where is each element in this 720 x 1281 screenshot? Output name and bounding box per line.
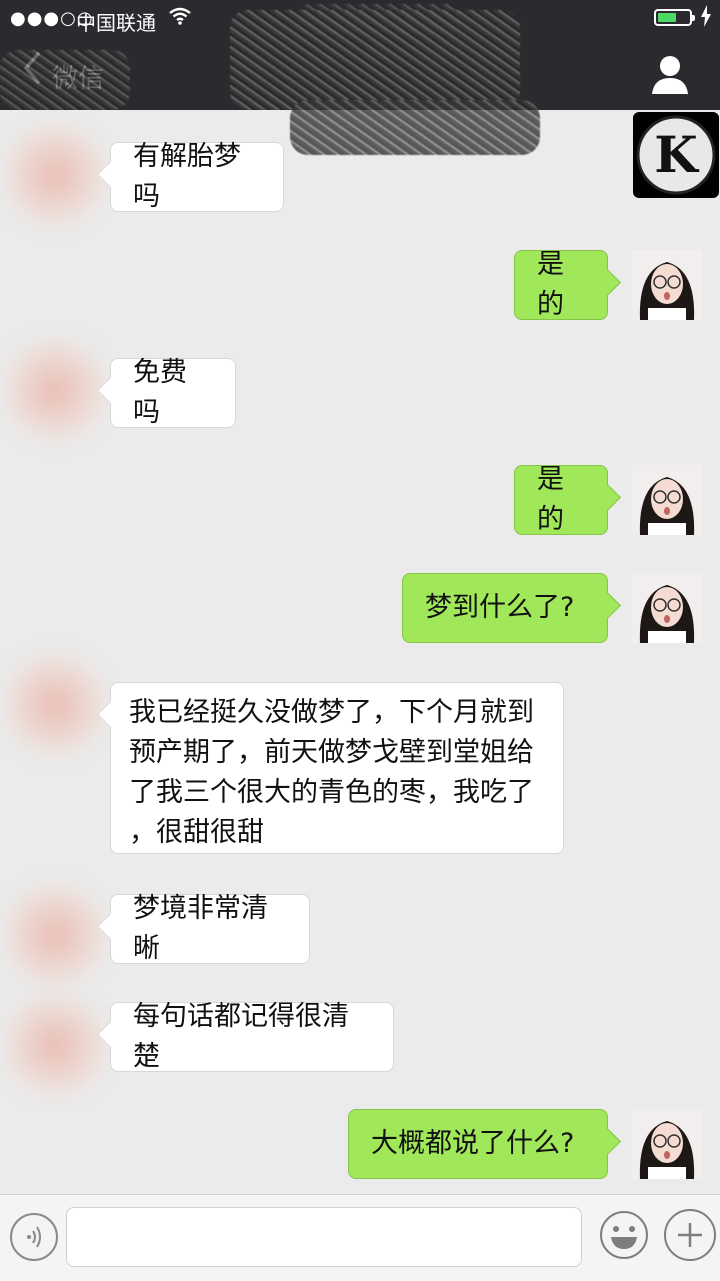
emoji-icon: [600, 1211, 648, 1259]
avatar-contact[interactable]: [0, 335, 110, 445]
charging-icon: [700, 5, 712, 32]
wifi-icon: [168, 6, 192, 31]
avatar-contact[interactable]: [0, 120, 110, 230]
message-text: 是的: [537, 249, 564, 320]
battery-fill: [658, 13, 676, 22]
avatar-contact[interactable]: [0, 990, 110, 1100]
avatar-self[interactable]: [632, 465, 702, 535]
contact-info-icon[interactable]: [648, 52, 692, 96]
message-bubble-left[interactable]: 我已经挺久没做梦了，下个月就到 预产期了，前天做梦戈壁到堂姐给 了我三个很大的青…: [110, 682, 564, 854]
message-bubble-left[interactable]: 免费吗: [110, 357, 236, 428]
voice-icon: [27, 1226, 41, 1248]
message-text: 我已经挺久没做梦了，下个月就到 预产期了，前天做梦戈壁到堂姐给 了我三个很大的青…: [129, 697, 534, 848]
message-input[interactable]: [66, 1207, 582, 1267]
top-bar: ●●●○○ 中国联通 微信: [0, 0, 720, 110]
avatar-contact[interactable]: [0, 880, 110, 990]
redaction-left: [0, 50, 130, 110]
message-text: 梦境非常清晰: [133, 893, 268, 964]
title-redaction: [230, 10, 520, 110]
avatar-self[interactable]: [632, 250, 702, 320]
message-text: 梦到什么了?: [425, 592, 575, 623]
input-bar: [0, 1194, 720, 1281]
avatar-self[interactable]: [632, 1109, 702, 1179]
more-button[interactable]: [664, 1209, 716, 1261]
message-text: 免费吗: [133, 357, 187, 428]
message-bubble-right[interactable]: 是的: [514, 249, 608, 320]
carrier-name: 中国联通: [76, 11, 156, 35]
message-bubble-right[interactable]: 梦到什么了?: [402, 573, 608, 643]
chat-area[interactable]: 有解胎梦吗 是的 免费吗 是的 梦到什么了? 我已经挺久没做梦了，下个月就到 预…: [0, 110, 720, 1194]
message-bubble-left[interactable]: 梦境非常清晰: [110, 893, 310, 964]
message-text: 是的: [537, 464, 564, 535]
message-text: 每句话都记得很清楚: [133, 1001, 349, 1072]
message-text: 大概都说了什么?: [371, 1128, 575, 1159]
emoji-button[interactable]: [598, 1209, 650, 1261]
avatar-contact[interactable]: [0, 650, 110, 760]
message-bubble-left[interactable]: 有解胎梦吗: [110, 141, 284, 212]
message-text: 有解胎梦吗: [133, 141, 241, 212]
message-bubble-right[interactable]: 是的: [514, 464, 608, 535]
avatar-self[interactable]: [632, 573, 702, 643]
plus-icon: [678, 1223, 702, 1247]
message-bubble-left[interactable]: 每句话都记得很清楚: [110, 1001, 394, 1072]
message-bubble-right[interactable]: 大概都说了什么?: [348, 1109, 608, 1179]
voice-button[interactable]: [10, 1213, 58, 1261]
battery-indicator: [654, 9, 695, 26]
